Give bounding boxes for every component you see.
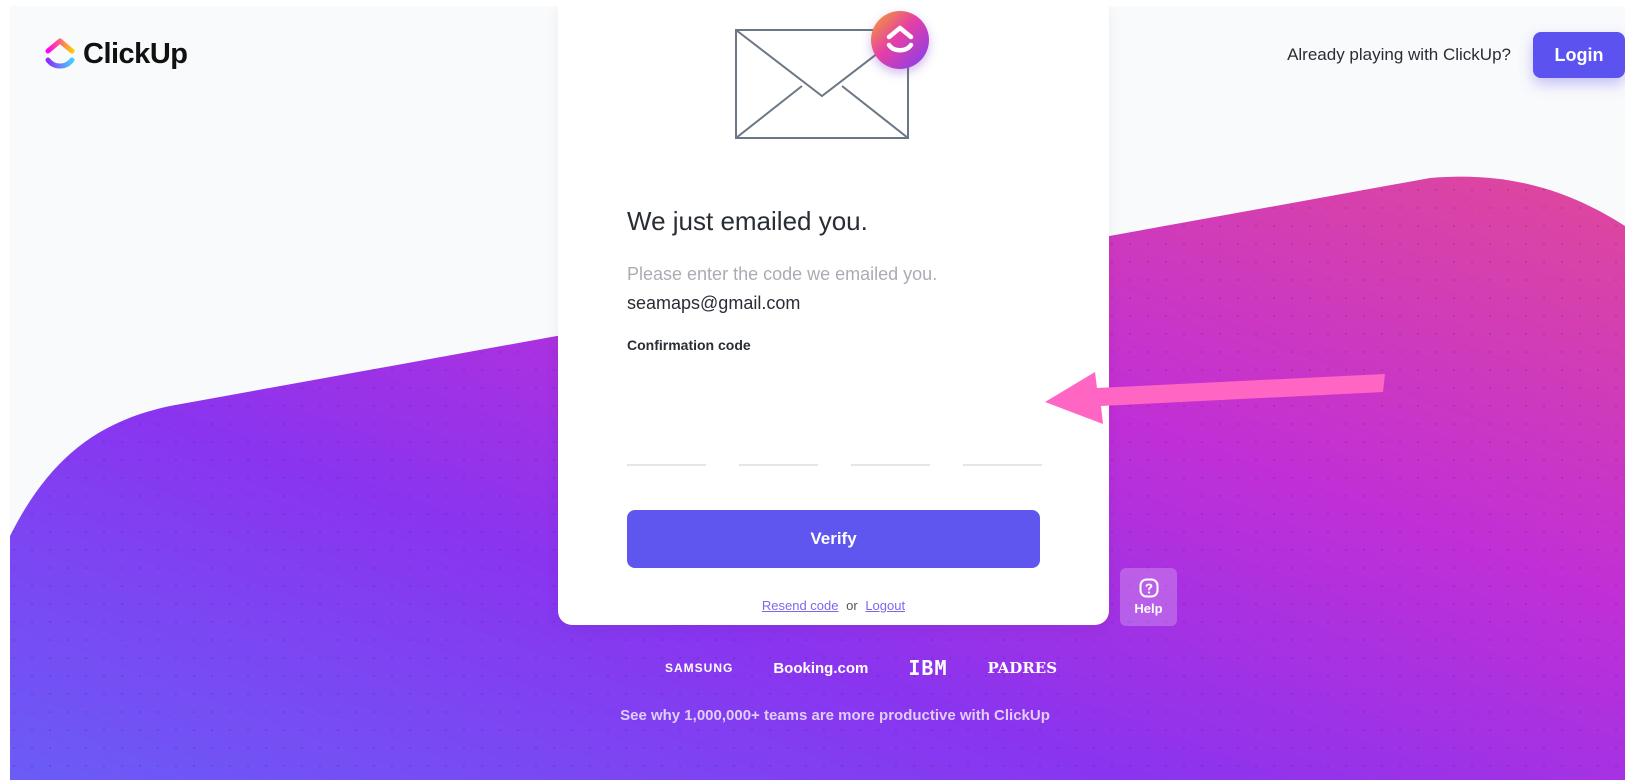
code-digit-4[interactable] (963, 426, 1042, 466)
help-label: Help (1134, 601, 1163, 616)
verification-card: We just emailed you. Please enter the co… (558, 6, 1109, 625)
clickup-logo-icon (45, 38, 75, 69)
logout-link[interactable]: Logout (865, 598, 905, 613)
already-playing-text: Already playing with ClickUp? (1287, 45, 1511, 64)
tagline: See why 1,000,000+ teams are more produc… (620, 707, 1050, 724)
logo-text: ClickUp (83, 37, 188, 70)
question-circle-icon (1139, 578, 1158, 598)
annotation-arrow-icon (1045, 372, 1385, 424)
confirmation-code-inputs (627, 426, 1042, 466)
email-address: seamaps@gmail.com (627, 293, 801, 313)
page-title: We just emailed you. (627, 206, 868, 236)
help-button[interactable]: Help (1120, 568, 1177, 626)
page: ClickUp Already playing with ClickUp? Lo… (10, 6, 1625, 780)
clickup-badge-icon (871, 11, 929, 69)
brand-logo-padres: PADRES (987, 659, 1058, 677)
header-right: Already playing with ClickUp? Login (1287, 32, 1625, 78)
code-digit-3[interactable] (851, 426, 930, 466)
verify-button[interactable]: Verify (627, 510, 1040, 568)
brand-logo-samsung: SAMSUNG (665, 661, 734, 675)
code-digit-2[interactable] (739, 426, 818, 466)
login-button[interactable]: Login (1533, 32, 1625, 78)
card-links: Resend code or Logout (558, 598, 1109, 613)
resend-code-link[interactable]: Resend code (762, 598, 839, 613)
code-digit-1[interactable] (627, 426, 706, 466)
brand-logo-booking: Booking.com (773, 659, 869, 677)
confirmation-code-label: Confirmation code (627, 337, 751, 353)
or-text: or (846, 598, 858, 613)
brand-logo-ibm: IBM (908, 656, 948, 680)
instruction-text: Please enter the code we emailed you. (627, 264, 938, 284)
customer-logos: SAMSUNG Booking.com IBM PADRES (665, 656, 1057, 680)
clickup-logo[interactable]: ClickUp (45, 36, 188, 72)
